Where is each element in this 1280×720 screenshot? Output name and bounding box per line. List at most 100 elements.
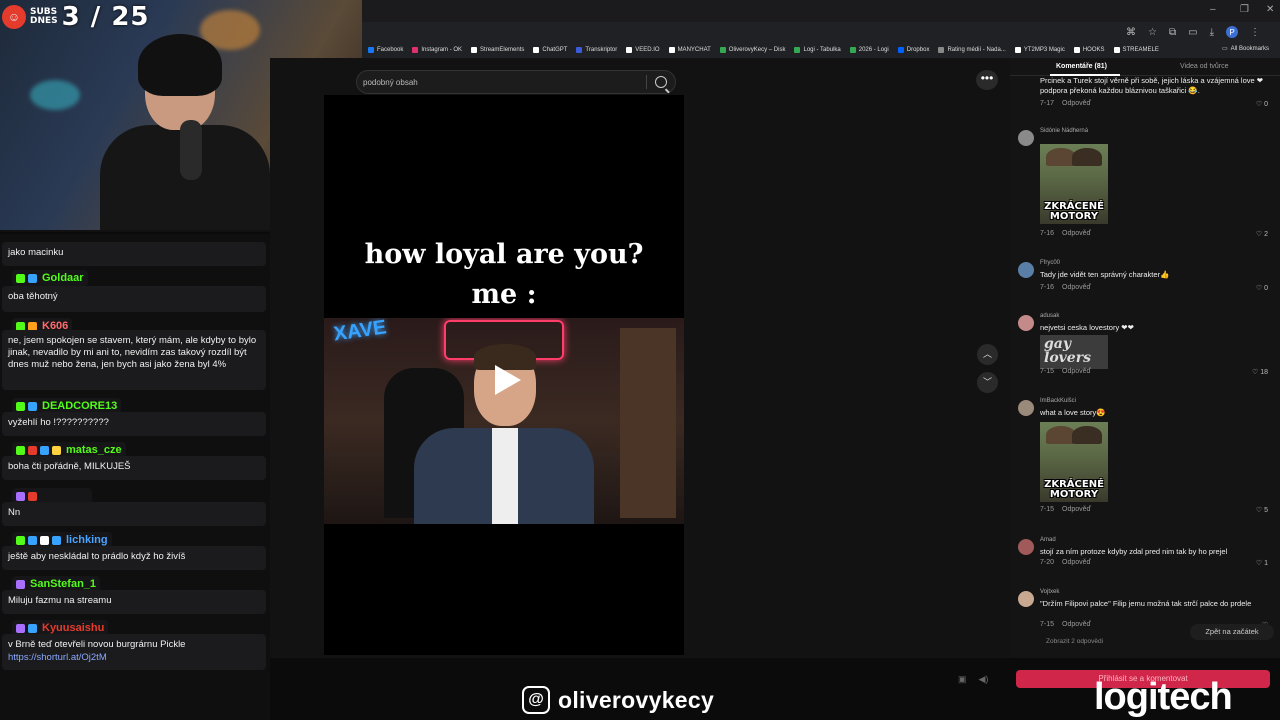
reply-button[interactable]: Odpověď [1062,621,1091,628]
previous-video-icon[interactable]: ︿ [977,344,998,365]
video-clip[interactable]: XAVE [324,318,684,524]
bookmark-label: Rating médií - Nada... [947,47,1006,53]
translate-icon[interactable]: ⌘ [1126,27,1136,38]
chat-panel: jako macinku Goldaar oba těhotný K606 ne, js… [0,234,270,720]
search-bar[interactable]: podobný obsah [356,70,676,94]
comment-meta: 7-16 Odpověď [1040,284,1099,291]
search-icon[interactable] [655,76,667,88]
subs-label-line2: DNES [30,16,58,26]
avatar[interactable] [1018,591,1034,607]
chat-message-link[interactable]: https://shorturl.at/Oj2tM [2,652,266,663]
bookmark-item[interactable]: HOOKS [1073,47,1105,53]
chat-badge-icon [28,445,37,455]
restore-icon[interactable]: ❐ [1240,4,1249,15]
download-icon[interactable]: ⤓ [1210,27,1214,38]
comment-date: 7-15 [1040,368,1055,375]
captions-icon[interactable]: ▣ [958,674,967,685]
bookmark-item[interactable]: STREAMELE [1113,47,1159,53]
comment-username[interactable]: Amad [1040,537,1056,543]
view-replies-link[interactable]: Zobrazit 2 odpovědi [1046,638,1103,645]
comment-username[interactable]: Ffryc00 [1040,260,1060,266]
chat-message: boha čti pořádně, MILKUJEŠ [2,456,266,480]
reply-button[interactable]: Odpověď [1062,284,1091,291]
chat-username[interactable]: matas_cze [66,444,122,456]
comment-text: nejvetsi ceska lovestory ❤❤ [1040,323,1134,332]
comment-image[interactable]: ZKRÁCENÉ MOTORY [1040,422,1108,502]
comment-username[interactable]: Vojtxek [1040,589,1059,595]
avatar[interactable] [1018,262,1034,278]
comment-username[interactable]: ImBackKulšci [1040,398,1076,404]
close-icon[interactable]: ✕ [1266,4,1274,15]
avatar[interactable] [1018,315,1034,331]
play-icon[interactable] [489,362,523,396]
chat-username[interactable]: Kyuusaishu [42,622,104,634]
bookmark-item[interactable]: Transkriptor [576,47,617,53]
star-icon[interactable]: ☆ [1148,27,1157,38]
tab-comments[interactable]: Komentáře (81) [1056,63,1107,70]
subs-count: 3 / 25 [61,2,150,32]
reply-button[interactable]: Odpověď [1062,506,1091,513]
next-video-icon[interactable]: ﹀ [977,372,998,393]
like-button[interactable]: ♡ 1 [1256,559,1268,567]
caption-line2: me : [471,279,537,310]
chat-message: ne, jsem spokojen se stavem, který mám, … [2,330,266,390]
avatar[interactable] [1018,130,1034,146]
bookmark-item[interactable]: MANYCHAT [668,47,711,53]
reply-button[interactable]: Odpověď [1062,100,1091,107]
comment-sticker[interactable]: gay lovers [1040,335,1108,369]
bookmark-label: STREAMELE [1122,47,1159,53]
bookmark-item[interactable]: Instagram - OK [412,47,462,53]
like-button[interactable]: ♡ 0 [1256,284,1268,292]
comment-meta: 7-20 Odpověď [1040,559,1099,566]
subs-counter: ☺ SUBS DNES 3 / 25 [2,2,150,32]
chat-username[interactable]: Goldaar [42,272,84,284]
like-button[interactable]: ♡ 0 [1256,100,1268,108]
extensions-icon[interactable]: ⧉ [1169,27,1176,38]
comment-username[interactable]: adusak [1040,313,1059,319]
reply-button[interactable]: Odpověď [1062,230,1091,237]
heart-icon: ♡ [1255,560,1265,567]
bookmark-item[interactable]: VEED.IO [626,47,660,53]
search-input[interactable]: podobný obsah [363,78,418,87]
chat-message-text: jako macinku [8,247,64,258]
minimize-icon[interactable]: – [1210,4,1216,15]
more-options-icon[interactable]: ••• [976,70,998,90]
bookmark-item[interactable]: Logi - Tabulka [794,47,841,53]
like-button[interactable]: ♡ 18 [1252,368,1268,376]
comment-username[interactable]: Sidónie Nádherná [1040,128,1088,134]
chat-message-text: ještě aby neskládal to prádlo když ho ži… [8,551,186,562]
reply-button[interactable]: Odpověď [1062,368,1091,375]
chat-badge-icon [40,445,49,455]
bookmark-item[interactable]: YT2MP3 Magic [1014,47,1065,53]
bookmark-item[interactable]: StreamElements [471,47,524,53]
menu-icon[interactable]: ⋮ [1250,27,1260,38]
threads-handle: @ oliverovykecy [522,686,714,714]
profile-avatar[interactable]: P [1226,26,1238,38]
back-to-top-button[interactable]: Zpět na začátek [1190,624,1274,640]
bookmark-item[interactable]: ChatGPT [533,47,567,53]
bookmark-label: Transkriptor [585,47,618,53]
volume-icon[interactable]: ◀) [979,674,989,685]
cast-icon[interactable]: ▭ [1188,27,1197,38]
chat-username[interactable]: SanStefan_1 [30,578,96,590]
reply-button[interactable]: Odpověď [1062,559,1091,566]
avatar[interactable] [1018,400,1034,416]
bookmark-item[interactable]: Rating médií - Nada... [938,47,1006,53]
heart-icon: ♡ [1251,369,1261,376]
bookmark-icon [471,47,478,53]
chat-username[interactable]: lichking [66,534,108,546]
bookmark-item[interactable]: OliverovyKecy – Disk [719,47,786,53]
chat-message: vyžehlí ho !?????????? [2,412,266,436]
comment-image[interactable]: ZKRÁCENÉ MOTORY [1040,144,1108,224]
neon-sign: XAVE [332,318,388,346]
bookmark-item[interactable]: 2026 - Logi [849,47,889,53]
like-button[interactable]: ♡ 2 [1256,230,1268,238]
tab-creator-videos[interactable]: Videa od tvůrce [1180,63,1229,70]
chat-username[interactable]: DEADCORE13 [42,400,117,412]
avatar[interactable] [1018,539,1034,555]
bookmark-label: OliverovyKecy – Disk [728,47,786,53]
bookmark-item[interactable]: Dropbox [897,47,929,53]
bookmark-item[interactable]: Facebook [368,47,403,53]
all-bookmarks-button[interactable]: ▭ All Bookmarks [1222,45,1274,53]
like-button[interactable]: ♡ 5 [1256,506,1268,514]
